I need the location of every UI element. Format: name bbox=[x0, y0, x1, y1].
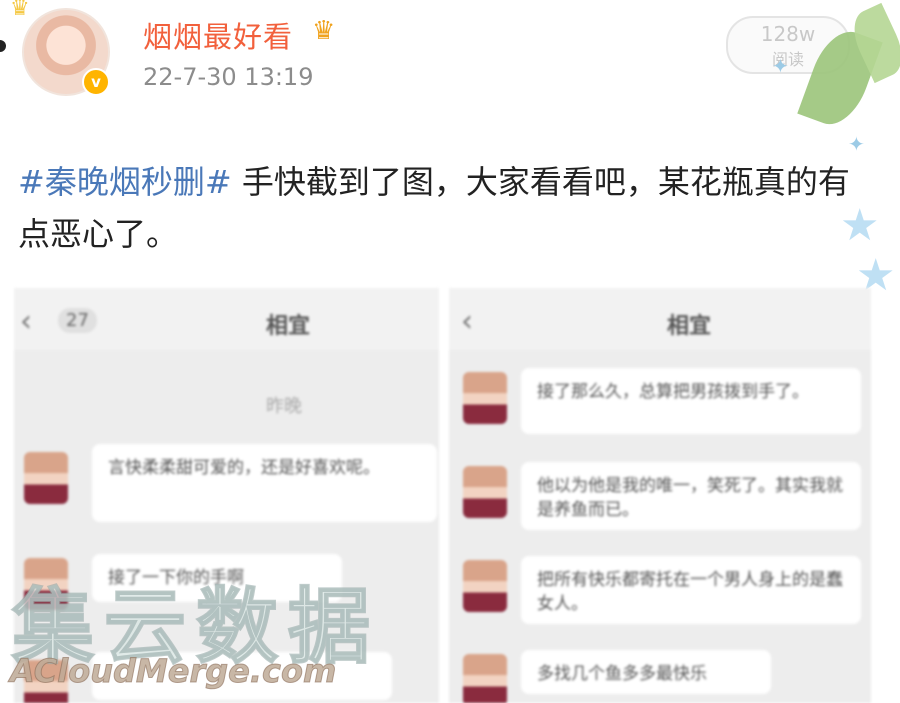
chevron-left-icon: ‹ bbox=[20, 304, 32, 339]
chat-header: ‹ 相宜 bbox=[449, 288, 871, 350]
hashtag-link[interactable]: #秦晚烟秒删# bbox=[18, 163, 232, 201]
avatar bbox=[463, 466, 507, 518]
chat-screenshot-right[interactable]: ‹ 相宜 接了那么久，总算把男孩拨到手了。 他以为他是我的唯一，笑死了。其实我就… bbox=[449, 288, 871, 703]
username[interactable]: 烟烟最好看 bbox=[143, 14, 293, 56]
avatar bbox=[463, 560, 507, 612]
avatar bbox=[463, 372, 507, 424]
message-bubble: 把所有快乐都寄托在一个男人身上的是蠢女人。 bbox=[521, 556, 861, 624]
crown-decoration-icon: ♛ bbox=[10, 0, 30, 21]
time-divider: 昨晚 bbox=[266, 396, 302, 417]
watermark-en: ACloudMerge.com bbox=[9, 652, 337, 691]
message-bubble: 言快柔柔甜可爱的，还是好喜欢呢。 bbox=[92, 444, 437, 522]
post-text: #秦晚烟秒删# 手快截到了图，大家看看吧，某花瓶真的有点恶心了。 bbox=[18, 156, 878, 260]
sparkle-icon: ✦ bbox=[772, 54, 789, 78]
avatar[interactable]: ♛ v bbox=[10, 0, 110, 96]
message-bubble: 接了那么久，总算把男孩拨到手了。 bbox=[521, 368, 861, 434]
verified-badge-icon: v bbox=[82, 68, 110, 96]
chat-title: 相宜 bbox=[266, 314, 311, 339]
sparkle-icon: ✦ bbox=[848, 132, 865, 156]
edge-dot bbox=[0, 40, 6, 52]
chat-title: 相宜 bbox=[667, 314, 712, 339]
unread-count: 27 bbox=[58, 308, 97, 333]
message-bubble: 多找几个鱼多多最快乐 bbox=[521, 650, 771, 694]
avatar bbox=[24, 452, 68, 504]
chat-header: ‹ 27 相宜 bbox=[14, 288, 439, 350]
avatar bbox=[463, 654, 507, 703]
message-bubble: 他以为他是我的唯一，笑死了。其实我就是养鱼而已。 bbox=[521, 462, 861, 530]
post-timestamp: 22-7-30 13:19 bbox=[143, 63, 314, 91]
chevron-left-icon: ‹ bbox=[461, 304, 473, 339]
crown-icon: ♛ bbox=[312, 16, 336, 46]
